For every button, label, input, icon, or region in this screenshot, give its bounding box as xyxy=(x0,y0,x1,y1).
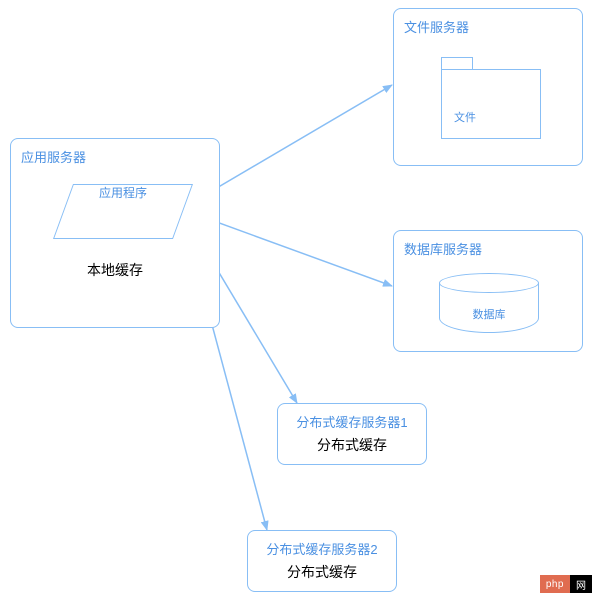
watermark-badge-left: php xyxy=(540,575,570,593)
cache-server-1-subtitle: 分布式缓存 xyxy=(278,431,426,465)
folder-icon xyxy=(441,69,541,139)
folder-tab-icon xyxy=(441,57,473,69)
watermark-badge: php 网 xyxy=(540,575,592,593)
file-server-title: 文件服务器 xyxy=(394,9,582,36)
app-server-title: 应用服务器 xyxy=(11,139,219,166)
folder-label: 文件 xyxy=(454,109,476,125)
cache-server-2-title: 分布式缓存服务器2 xyxy=(248,531,396,558)
app-server-box: 应用服务器 应用程序 本地缓存 xyxy=(10,138,220,328)
app-server-subtitle: 本地缓存 xyxy=(11,256,219,290)
cache-server-2-subtitle: 分布式缓存 xyxy=(248,558,396,592)
cache-server-1-box: 分布式缓存服务器1 分布式缓存 xyxy=(277,403,427,465)
watermark-badge-right: 网 xyxy=(570,575,592,593)
db-cylinder-top xyxy=(439,273,539,293)
db-server-title: 数据库服务器 xyxy=(394,231,582,258)
db-server-box: 数据库服务器 数据库 xyxy=(393,230,583,352)
diagram-canvas: 应用服务器 应用程序 本地缓存 文件服务器 文件 数据库服务器 数据库 分布式缓… xyxy=(0,0,594,605)
file-server-box: 文件服务器 文件 xyxy=(393,8,583,166)
cache-server-1-title: 分布式缓存服务器1 xyxy=(278,404,426,431)
cache-server-2-box: 分布式缓存服务器2 分布式缓存 xyxy=(247,530,397,592)
app-program-label: 应用程序 xyxy=(63,184,183,201)
db-cylinder-label: 数据库 xyxy=(439,306,539,322)
